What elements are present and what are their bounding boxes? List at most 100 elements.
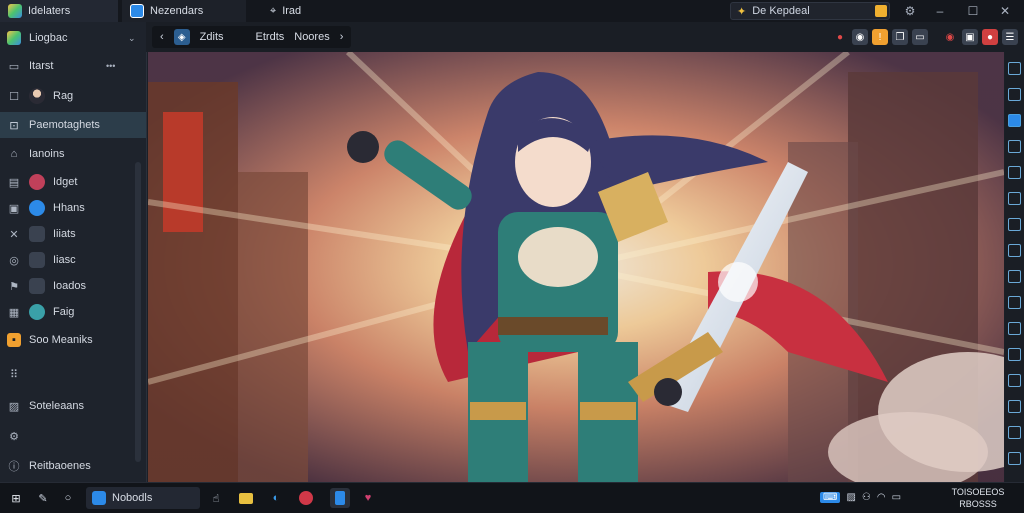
rail-home-icon[interactable] [1008, 452, 1021, 465]
warning-icon[interactable]: ! [872, 29, 888, 45]
sidebar-item-soteleaans[interactable]: ▨ Soteleaans [0, 394, 146, 418]
lock-icon[interactable]: ▣ [962, 29, 978, 45]
nav-label-3[interactable]: Noores [294, 31, 329, 43]
sidebar-item-idget[interactable]: ▤ Idget [0, 170, 146, 194]
rail-shake-icon[interactable] [1008, 270, 1021, 283]
clock[interactable]: TOISOEEOS RBOSSS [938, 486, 1018, 510]
sidebar-item-rag[interactable]: ☐ Rag [0, 84, 146, 108]
record-icon[interactable]: ● [832, 29, 848, 45]
sidebar-item-faig[interactable]: ▦ Faig [0, 300, 146, 324]
folder-icon[interactable] [236, 488, 256, 508]
avatar [29, 88, 45, 104]
settings-button[interactable]: ⚙ [0, 424, 146, 448]
extension-icon[interactable] [868, 0, 894, 22]
rail-record-icon[interactable] [1008, 166, 1021, 179]
toolbar-actions: ● ◉ ! ❐ ▭ ◉ ▣ ● ☰ [832, 29, 1018, 45]
keyboard-icon[interactable]: ⌨ [820, 492, 841, 503]
rail-volume-icon[interactable] [1008, 192, 1021, 205]
back-icon[interactable]: ‹ [160, 31, 164, 43]
nav-label-2[interactable]: Etrdts [256, 31, 285, 43]
game-artwork[interactable] [148, 52, 1004, 482]
sidebar-item-reitbaoenes[interactable]: ⓘ Reitbaoenes [0, 454, 146, 478]
tab-nezendars[interactable]: Nezendars [122, 0, 246, 22]
nav-label-1[interactable]: Zdits [200, 31, 224, 43]
rail-folder-icon[interactable] [1008, 348, 1021, 361]
sidebar-item-label: Iiiats [53, 228, 76, 240]
checkbox-icon: ☐ [9, 90, 19, 103]
rail-settings-icon[interactable] [1008, 400, 1021, 413]
sidebar-section-label: Itarst [29, 60, 54, 72]
maximize-icon[interactable]: ☐ [958, 0, 988, 22]
sidebar-header[interactable]: Liogbac ⌄ [0, 26, 146, 50]
game-icon [29, 174, 45, 190]
gear-icon: ⚙ [9, 430, 19, 443]
game-icon[interactable] [296, 488, 316, 508]
tab-irad[interactable]: ⌖ Irad [262, 0, 348, 22]
sidebar-item-label: Hhans [53, 202, 85, 214]
grid-icon: ⠿ [9, 368, 19, 381]
rail-sync-icon[interactable] [1008, 322, 1021, 335]
sidebar-item-label: Faig [53, 306, 75, 318]
people-icon[interactable]: ⚇ [862, 492, 871, 503]
rail-screenshot-icon[interactable] [1008, 140, 1021, 153]
tab-app[interactable]: Idelaters [0, 0, 118, 22]
camera-icon[interactable]: ◉ [852, 29, 868, 45]
settings-icon[interactable]: ⚙ [895, 0, 925, 22]
sidebar-item-label: Rag [53, 90, 74, 102]
apps-grid-button[interactable]: ⠿ [0, 362, 146, 386]
sidebar-item-label: Soo Meaniks [29, 334, 93, 346]
sidebar-item-hhans[interactable]: ▣ Hhans [0, 196, 146, 220]
rail-fullscreen-icon[interactable] [1008, 114, 1021, 127]
tab-irad-label: Irad [282, 5, 302, 17]
sidebar-item-iiiats[interactable]: ✕ Iiiats [0, 222, 146, 246]
rail-keyboard-icon[interactable] [1008, 88, 1021, 101]
store-icon[interactable] [330, 488, 350, 508]
battery-icon[interactable]: ▭ [892, 492, 901, 503]
wifi-icon[interactable]: ◠ [877, 492, 886, 503]
system-tray: ⌨ ▨ ⚇ ◠ ▭ [820, 492, 901, 503]
copy-icon[interactable]: ❐ [892, 29, 908, 45]
grid-icon: ▦ [8, 306, 20, 319]
toolbar: ‹ ◈ Zdits Etrdts Noores › ● ◉ ! ❐ ▭ ◉ ▣ … [146, 22, 1024, 52]
rail-rotate-icon[interactable] [1008, 218, 1021, 231]
sidebar-item-iiasc[interactable]: ◎ Iiasc [0, 248, 146, 272]
address-bar[interactable]: ✦ De Kepdeal [730, 2, 890, 20]
app-logo-icon [7, 31, 21, 45]
circle-icon[interactable]: ○ [58, 488, 78, 508]
alert-icon[interactable]: ◉ [942, 29, 958, 45]
rail-eco-icon[interactable] [1008, 374, 1021, 387]
app-logo-icon [8, 4, 22, 18]
sidebar-item-soo-meaniks[interactable]: ▪ Soo Meaniks [0, 328, 146, 352]
sidebar-item-label: Ianoins [29, 148, 65, 160]
taskbar-search[interactable]: Nobodls [86, 487, 200, 509]
start-icon[interactable]: ⊞ [6, 488, 26, 508]
sidebar-item-selected[interactable]: ⊡ Paemotaghets [0, 112, 146, 138]
taskbar-search-label: Nobodls [112, 492, 153, 504]
image-icon[interactable]: ▨ [846, 492, 855, 503]
notification-icon[interactable]: ● [982, 29, 998, 45]
sidebar-scrollbar[interactable] [135, 162, 141, 462]
tools-icon: ✕ [9, 228, 19, 241]
pin-icon: ⚑ [9, 280, 19, 293]
edge-icon[interactable]: ◐ [266, 488, 286, 508]
rail-back-icon[interactable] [1008, 426, 1021, 439]
shield-icon[interactable]: ◈ [173, 29, 190, 45]
close-icon[interactable]: ✕ [990, 0, 1020, 22]
minimize-icon[interactable]: – [925, 0, 955, 22]
screen-icon[interactable]: ▭ [912, 29, 928, 45]
rail-macro-icon[interactable] [1008, 296, 1021, 309]
forward-icon[interactable]: › [340, 31, 344, 43]
hands-icon[interactable]: ☝ [206, 488, 226, 508]
list-icon: ▤ [8, 176, 20, 189]
rail-location-icon[interactable] [1008, 244, 1021, 257]
heart-icon[interactable]: ♥ [358, 488, 378, 508]
rail-expand-icon[interactable] [1008, 62, 1021, 75]
sidebar-item-ioados[interactable]: ⚑ Ioados [0, 274, 146, 298]
tab-app-label: Idelaters [28, 5, 71, 17]
globe-icon [29, 304, 45, 320]
info-icon: ⓘ [8, 461, 20, 473]
sidebar-item-ianoins[interactable]: ⌂ Ianoins [0, 142, 146, 166]
menu-icon[interactable]: ☰ [1002, 29, 1018, 45]
pen-icon[interactable]: ✎ [33, 488, 53, 508]
app-icon [29, 226, 45, 242]
